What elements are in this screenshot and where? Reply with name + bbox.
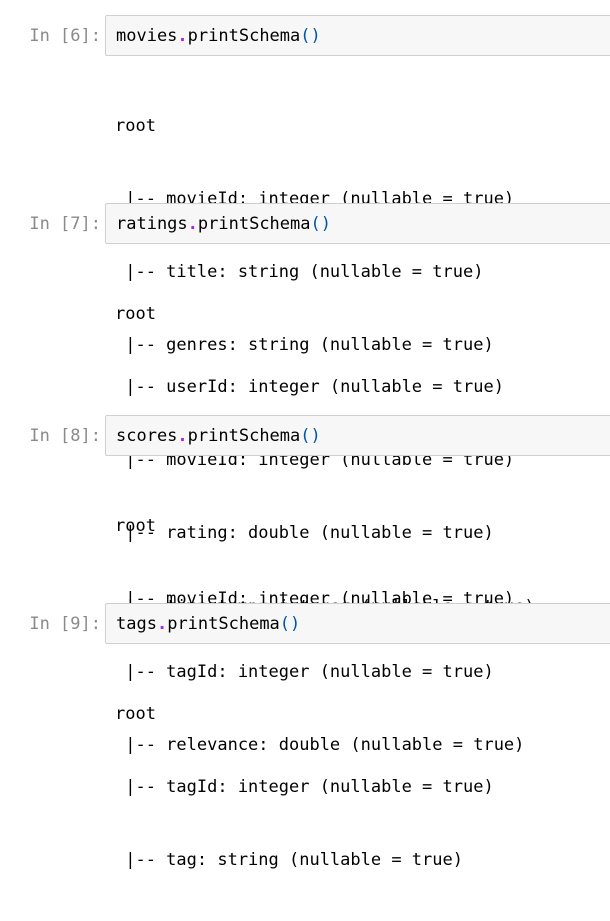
- cell-output: root |-- tagId: integer (nullable = true…: [115, 653, 494, 921]
- code-dot-operator: .: [177, 26, 188, 46]
- code-close-paren: ): [290, 614, 301, 634]
- code-close-paren: ): [320, 214, 331, 234]
- code-method: printSchema: [187, 426, 301, 446]
- code-close-paren: ): [310, 26, 321, 46]
- code-input-area[interactable]: scores.printSchema(): [105, 415, 610, 456]
- output-line: root: [115, 515, 156, 536]
- input-prompt: In [6]:: [29, 26, 101, 46]
- code-input-area[interactable]: movies.printSchema(): [105, 15, 610, 56]
- code-dot-operator: .: [187, 214, 198, 234]
- code-variable: tags: [116, 614, 157, 634]
- code-input-area[interactable]: ratings.printSchema(): [105, 203, 610, 244]
- input-prompt: In [7]:: [29, 214, 101, 234]
- code-method: printSchema: [187, 26, 301, 46]
- input-prompt: In [9]:: [29, 614, 101, 634]
- output-line: |-- userId: integer (nullable = true): [115, 377, 504, 398]
- output-line: root: [115, 303, 156, 324]
- output-line: |-- tagId: integer (nullable = true): [115, 777, 494, 798]
- code-line: ratings.printSchema(): [116, 204, 331, 244]
- code-line: scores.printSchema(): [116, 416, 321, 456]
- output-line: |-- tag: string (nullable = true): [115, 850, 463, 871]
- code-line: movies.printSchema(): [116, 16, 321, 56]
- code-open-paren: (: [310, 214, 321, 234]
- code-dot-operator: .: [177, 426, 188, 446]
- code-dot-operator: .: [156, 614, 168, 634]
- code-variable: scores: [116, 426, 178, 446]
- code-method: printSchema: [167, 614, 280, 634]
- code-open-paren: (: [279, 614, 291, 634]
- code-close-paren: ): [310, 426, 321, 446]
- output-line: root: [115, 115, 156, 136]
- code-open-paren: (: [300, 426, 311, 446]
- code-variable: movies: [116, 26, 178, 46]
- code-variable: ratings: [116, 214, 188, 234]
- code-method: printSchema: [197, 214, 311, 234]
- code-open-paren: (: [300, 26, 311, 46]
- output-line: root: [115, 703, 156, 724]
- code-input-area[interactable]: tags.printSchema(): [105, 603, 610, 644]
- code-line: tags.printSchema(): [116, 604, 300, 644]
- input-prompt: In [8]:: [29, 426, 101, 446]
